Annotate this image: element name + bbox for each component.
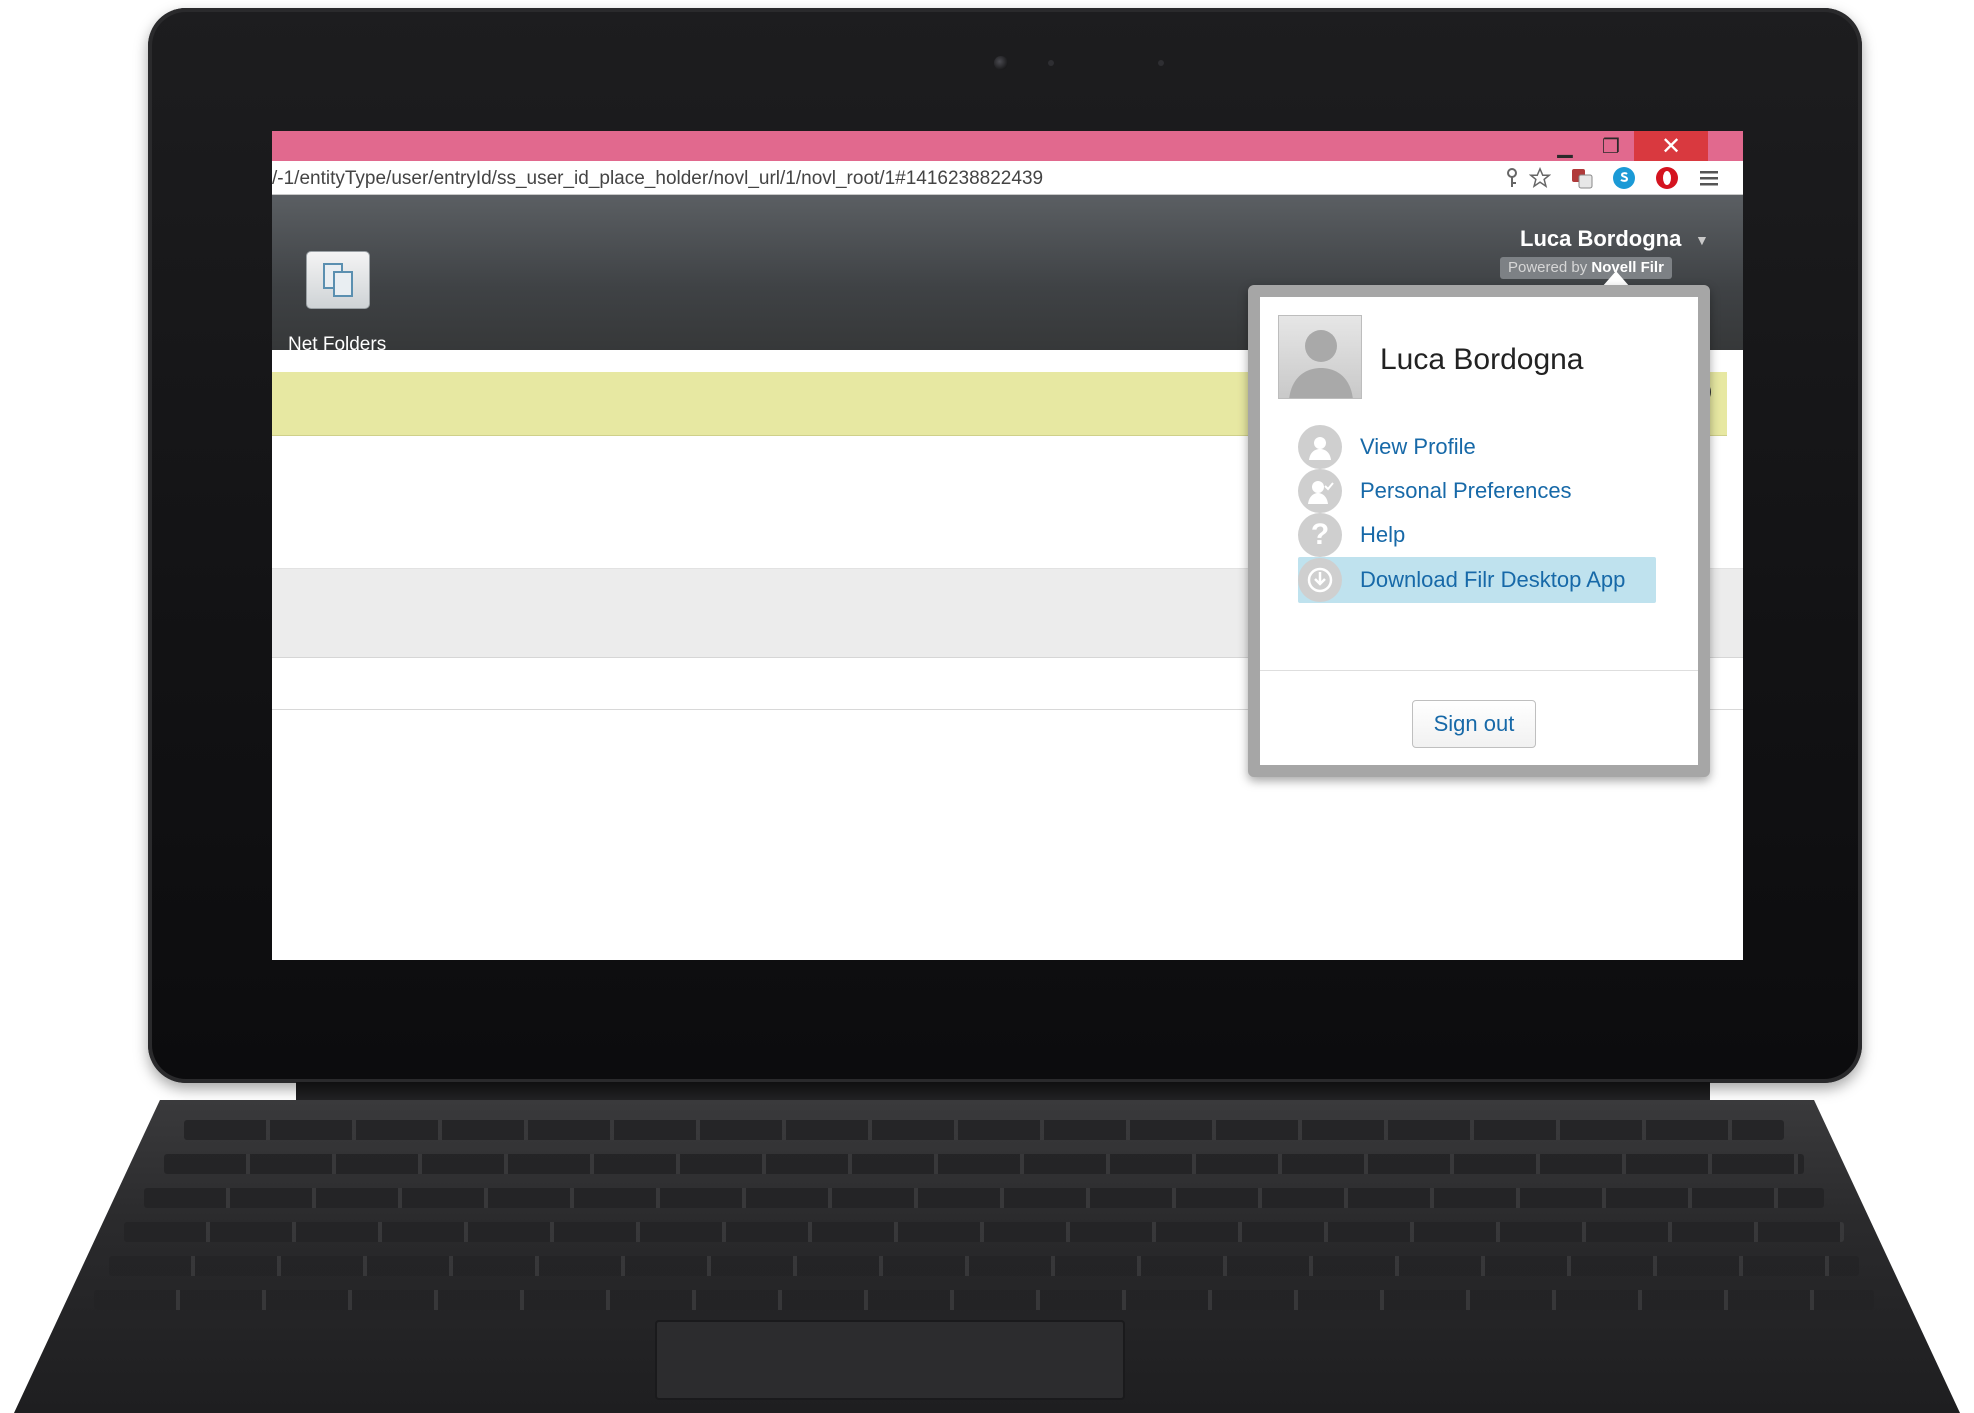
light-sensor [1048, 60, 1054, 66]
net-folders-label[interactable]: Net Folders [288, 334, 386, 356]
chevron-down-icon[interactable]: ▼ [1695, 232, 1709, 248]
popup-divider [1260, 670, 1698, 671]
star-icon[interactable] [1528, 166, 1552, 190]
sign-out-button[interactable]: Sign out [1412, 700, 1536, 748]
webcam [994, 56, 1008, 70]
question-icon: ? [1298, 513, 1342, 557]
key-row [164, 1154, 1804, 1174]
key-row [184, 1120, 1784, 1140]
user-settings-icon [1298, 469, 1342, 513]
user-popup: Luca Bordogna View Profile Personal Pref… [1248, 285, 1710, 777]
user-menu-name[interactable]: Luca Bordogna [1520, 226, 1681, 252]
maximize-button[interactable]: ❐ [1588, 131, 1634, 161]
menu-icon[interactable] [1697, 166, 1721, 190]
view-profile-item[interactable]: View Profile [1298, 424, 1656, 470]
personal-preferences-item[interactable]: Personal Preferences [1298, 468, 1656, 514]
net-folders-icon[interactable] [306, 251, 370, 309]
key-icon[interactable] [1500, 166, 1524, 190]
address-bar[interactable]: /-1/entityType/user/entryId/ss_user_id_p… [272, 161, 1743, 195]
browser-titlebar: ▁ ❐ ✕ [272, 131, 1743, 161]
touchpad [655, 1320, 1125, 1400]
download-desktop-app-label: Download Filr Desktop App [1360, 567, 1626, 592]
translate-icon[interactable] [1570, 166, 1594, 190]
personal-preferences-label: Personal Preferences [1360, 478, 1572, 503]
url-text[interactable]: /-1/entityType/user/entryId/ss_user_id_p… [272, 168, 1043, 190]
close-button[interactable]: ✕ [1634, 131, 1708, 161]
skype-icon[interactable] [1612, 166, 1636, 190]
powered-by-text: Powered by [1508, 259, 1588, 276]
key-row [109, 1256, 1859, 1276]
view-profile-label: View Profile [1360, 434, 1476, 459]
screen: ▁ ❐ ✕ /-1/entityType/user/entryId/ss_use… [272, 131, 1743, 960]
minimize-button[interactable]: ▁ [1542, 131, 1588, 161]
popup-user-name: Luca Bordogna [1380, 343, 1584, 376]
ir-sensor [1158, 60, 1164, 66]
avatar[interactable] [1278, 315, 1362, 399]
user-icon [1298, 425, 1342, 469]
help-label: Help [1360, 522, 1406, 547]
power-download-icon [1298, 558, 1342, 602]
help-item[interactable]: ? Help [1298, 512, 1656, 558]
key-row [124, 1222, 1844, 1242]
download-desktop-app-item[interactable]: Download Filr Desktop App [1298, 557, 1656, 603]
opera-icon[interactable] [1655, 166, 1679, 190]
key-row [144, 1188, 1824, 1208]
key-row [94, 1290, 1874, 1310]
powered-by-badge: Powered by Novell Filr [1500, 257, 1672, 279]
